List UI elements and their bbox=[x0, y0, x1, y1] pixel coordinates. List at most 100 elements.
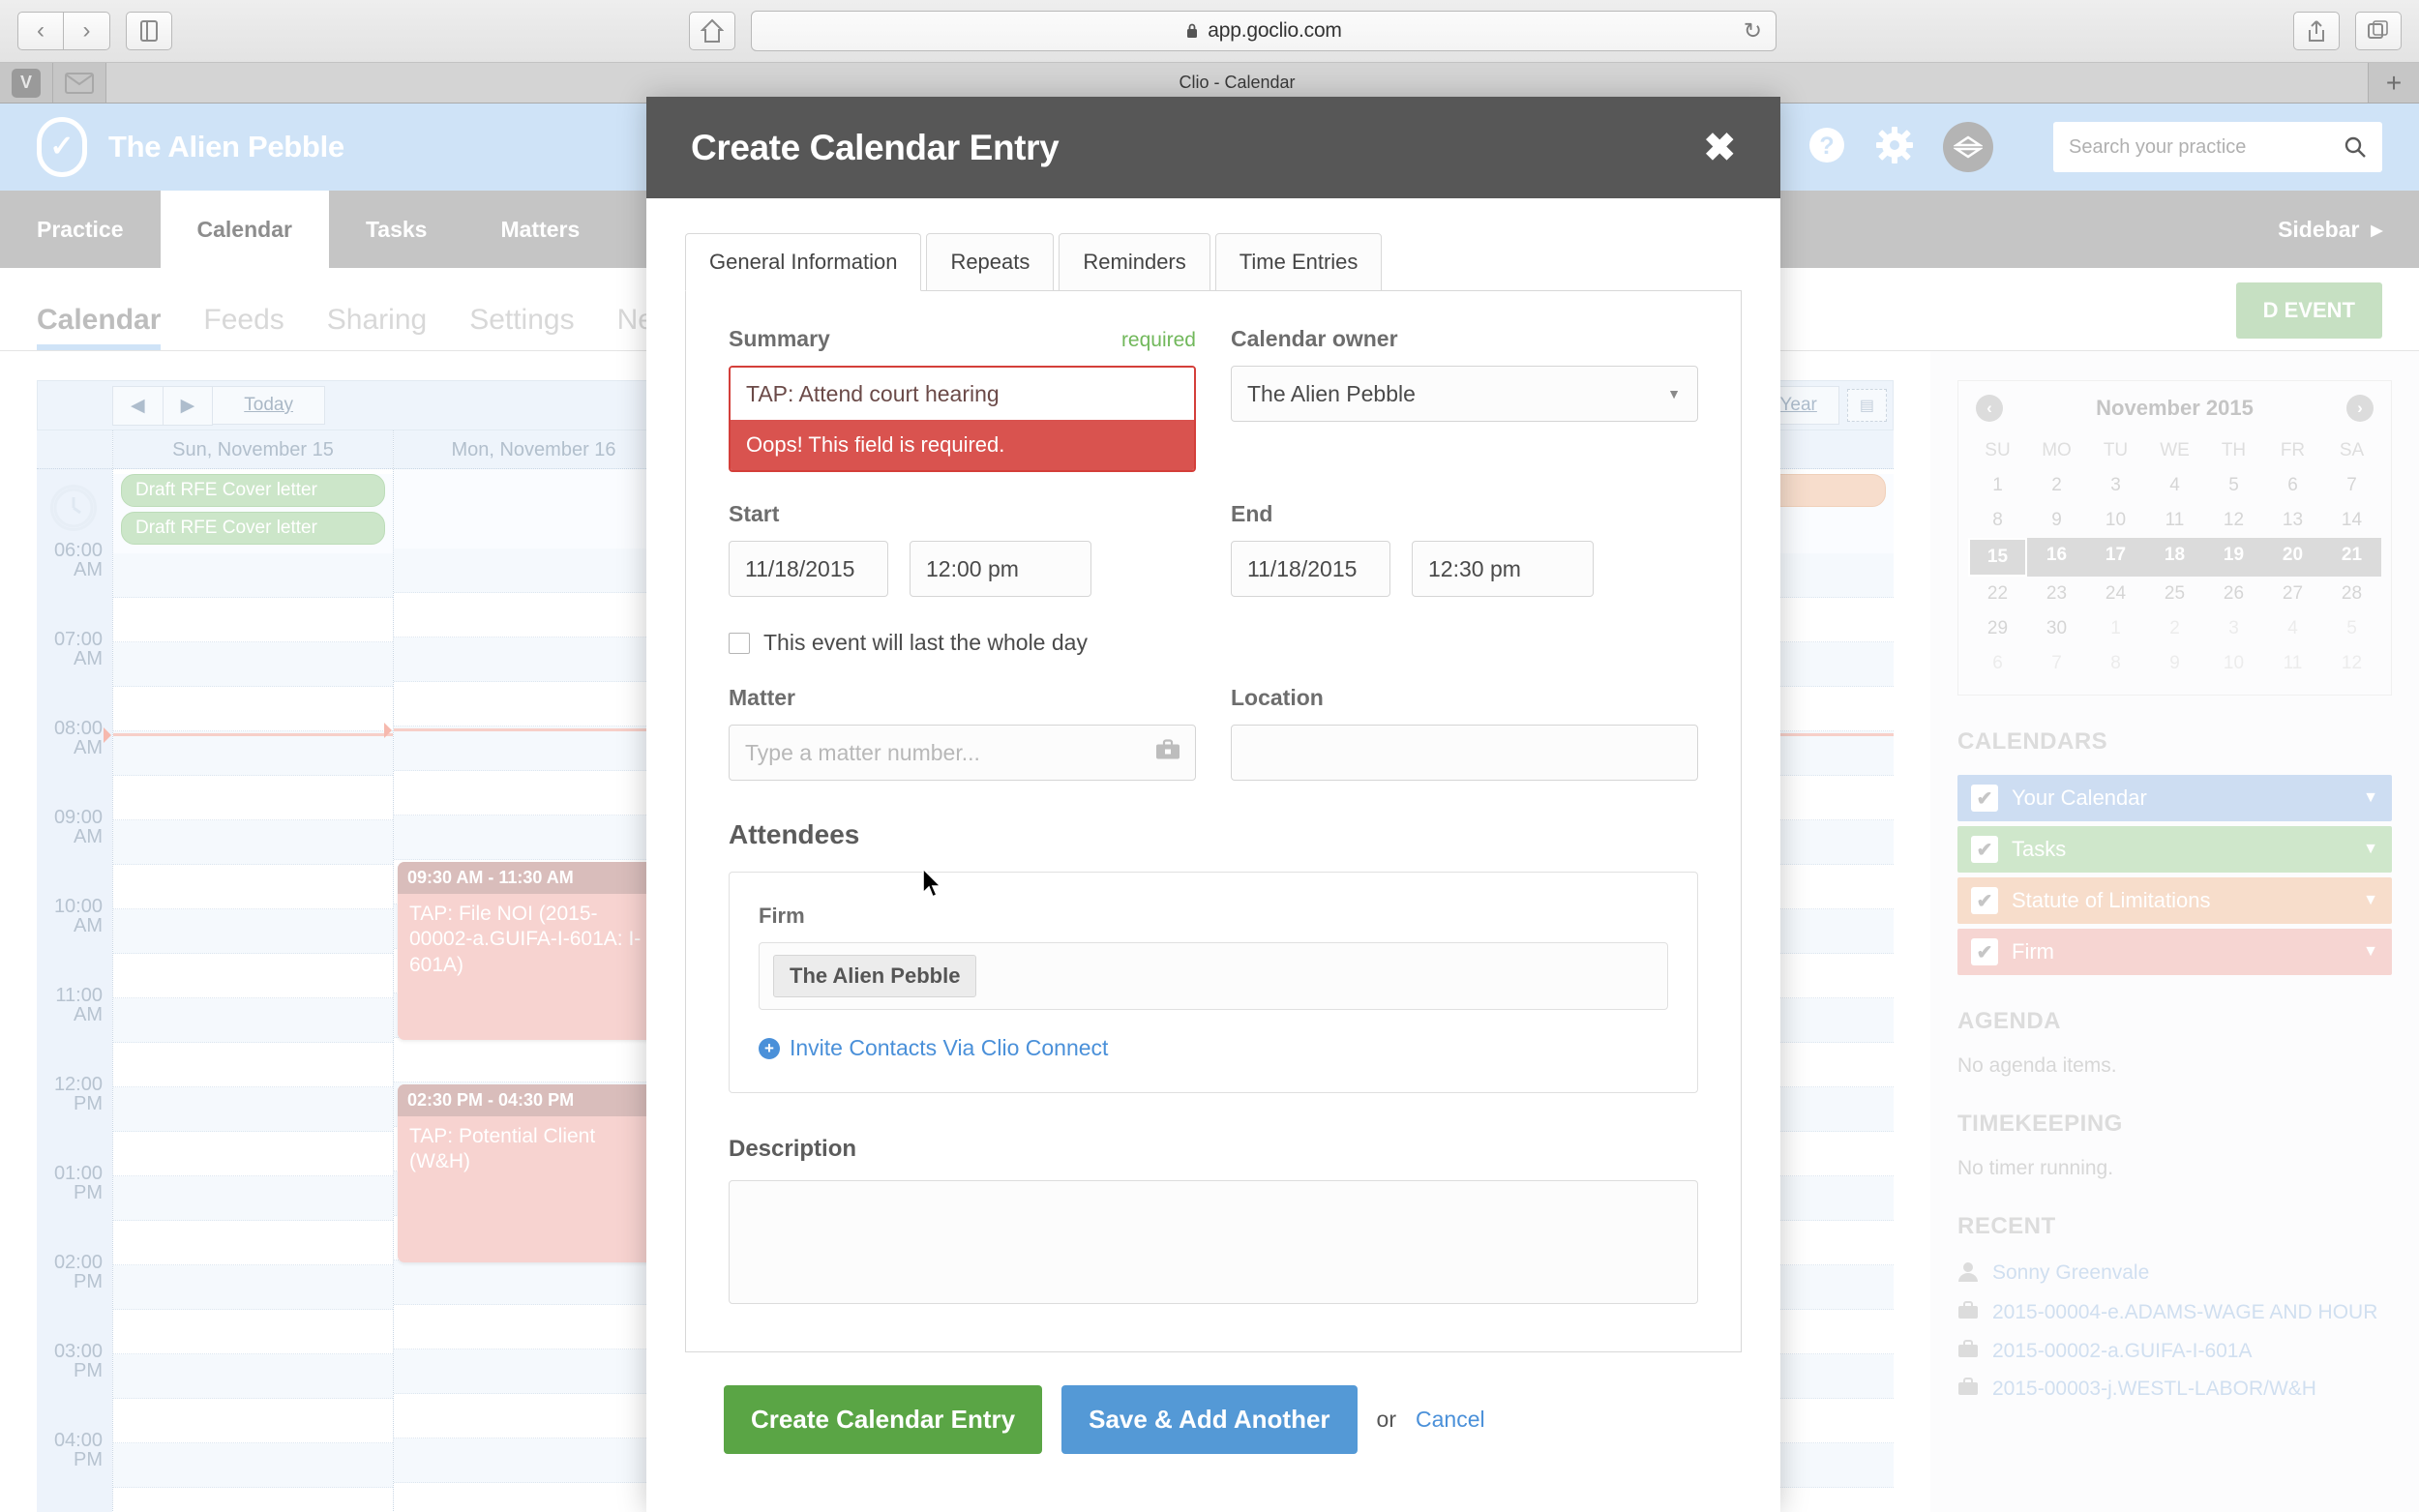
help-button[interactable]: ? bbox=[1807, 126, 1846, 169]
mini-cal-day[interactable]: 9 bbox=[2145, 646, 2204, 681]
add-event-button[interactable]: D EVENT bbox=[2235, 282, 2382, 339]
mini-cal-day[interactable]: 10 bbox=[2086, 503, 2145, 538]
day-body[interactable] bbox=[104, 553, 393, 1512]
mini-cal-day[interactable]: 8 bbox=[2086, 646, 2145, 681]
start-date-input[interactable] bbox=[729, 541, 888, 597]
mini-cal-day[interactable]: 12 bbox=[2322, 646, 2381, 681]
end-date-input[interactable] bbox=[1231, 541, 1390, 597]
home-button[interactable] bbox=[689, 12, 735, 50]
start-time-input[interactable] bbox=[910, 541, 1091, 597]
brand[interactable]: ✓ The Alien Pebble bbox=[37, 117, 344, 177]
recent-item[interactable]: 2015-00004-e.ADAMS-WAGE AND HOUR bbox=[1957, 1299, 2392, 1327]
mini-cal-day[interactable]: 12 bbox=[2204, 503, 2263, 538]
mini-cal-day[interactable]: 8 bbox=[1968, 503, 2027, 538]
subnav-item-calendar[interactable]: Calendar bbox=[37, 304, 182, 350]
mini-cal-day[interactable]: 17 bbox=[2086, 538, 2145, 577]
recent-item[interactable]: 2015-00003-j.WESTL-LABOR/W&H bbox=[1957, 1376, 2392, 1404]
mini-cal-day[interactable]: 22 bbox=[1968, 577, 2027, 611]
mini-cal-day[interactable]: 19 bbox=[2204, 538, 2263, 577]
whole-day-row[interactable]: This event will last the whole day bbox=[729, 630, 1698, 656]
sidebar-toggle[interactable]: Sidebar ▸ bbox=[2278, 191, 2419, 268]
mini-cal-day[interactable]: 10 bbox=[2204, 646, 2263, 681]
practice-search[interactable] bbox=[2053, 122, 2382, 172]
search-input[interactable] bbox=[2069, 135, 2344, 159]
calendar-filter-your-calendar[interactable]: ✔ Your Calendar ▼ bbox=[1957, 775, 2392, 821]
mini-cal-day[interactable]: 26 bbox=[2204, 577, 2263, 611]
mini-cal-day[interactable]: 20 bbox=[2263, 538, 2322, 577]
tab-repeats[interactable]: Repeats bbox=[926, 233, 1055, 291]
mini-cal-day[interactable]: 16 bbox=[2027, 538, 2086, 577]
mini-cal-day[interactable]: 30 bbox=[2027, 611, 2086, 646]
mini-cal-day[interactable]: 1 bbox=[2086, 611, 2145, 646]
checkbox-checked-icon[interactable]: ✔ bbox=[1971, 785, 1998, 812]
mini-cal-day[interactable]: 24 bbox=[2086, 577, 2145, 611]
save-and-add-another-button[interactable]: Save & Add Another bbox=[1061, 1385, 1358, 1454]
mini-cal-day[interactable]: 5 bbox=[2322, 611, 2381, 646]
mini-cal-day[interactable]: 23 bbox=[2027, 577, 2086, 611]
calendar-filter-tasks[interactable]: ✔ Tasks ▼ bbox=[1957, 826, 2392, 873]
description-textarea[interactable] bbox=[729, 1180, 1698, 1304]
checkbox-checked-icon[interactable]: ✔ bbox=[1971, 938, 1998, 965]
show-tabs-button[interactable] bbox=[2355, 12, 2402, 50]
tab-time-entries[interactable]: Time Entries bbox=[1214, 233, 1383, 291]
mini-cal-day[interactable]: 28 bbox=[2322, 577, 2381, 611]
mini-cal-day[interactable]: 5 bbox=[2204, 468, 2263, 503]
calendar-layout-icon[interactable]: ▤ bbox=[1846, 389, 1887, 422]
calendar-event[interactable]: 09:30 AM - 11:30 AM TAP: File NOI (2015-… bbox=[398, 862, 668, 1040]
nav-item-calendar[interactable]: Calendar bbox=[160, 191, 329, 268]
mini-cal-prev-button[interactable]: ‹ bbox=[1976, 395, 2003, 422]
recent-item[interactable]: Sonny Greenvale bbox=[1957, 1260, 2392, 1290]
mini-cal-day[interactable]: 2 bbox=[2145, 611, 2204, 646]
day-column-sun[interactable]: Sun, November 15 Draft RFE Cover letter … bbox=[104, 430, 393, 1512]
firm-token-field[interactable]: The Alien Pebble bbox=[759, 942, 1668, 1010]
briefcase-icon[interactable] bbox=[1155, 739, 1180, 767]
subnav-item-settings[interactable]: Settings bbox=[469, 304, 595, 350]
tab-reminders[interactable]: Reminders bbox=[1059, 233, 1210, 291]
tab-general-information[interactable]: General Information bbox=[685, 233, 922, 291]
calendar-filter-statute-of-limitations[interactable]: ✔ Statute of Limitations ▼ bbox=[1957, 877, 2392, 924]
nav-item-matters[interactable]: Matters bbox=[463, 191, 616, 268]
day-body[interactable]: 09:30 AM - 11:30 AM TAP: File NOI (2015-… bbox=[384, 548, 673, 1512]
allday-event[interactable]: Draft RFE Cover letter bbox=[121, 474, 385, 507]
share-button[interactable] bbox=[2293, 12, 2340, 50]
attendee-token[interactable]: The Alien Pebble bbox=[773, 955, 977, 997]
chevron-down-icon[interactable]: ▼ bbox=[2363, 892, 2378, 909]
chevron-down-icon[interactable]: ▼ bbox=[2363, 841, 2378, 858]
today-button[interactable]: Today bbox=[212, 386, 325, 425]
mini-cal-day[interactable]: 4 bbox=[2263, 611, 2322, 646]
invite-contacts-link[interactable]: + Invite Contacts Via Clio Connect bbox=[759, 1035, 1668, 1061]
whole-day-checkbox[interactable] bbox=[729, 632, 750, 654]
mini-cal-day[interactable]: 3 bbox=[2204, 611, 2263, 646]
mini-cal-day[interactable]: 9 bbox=[2027, 503, 2086, 538]
mini-cal-next-button[interactable]: › bbox=[2346, 395, 2374, 422]
mini-cal-day[interactable]: 4 bbox=[2145, 468, 2204, 503]
mini-cal-day-today[interactable]: 15 bbox=[1968, 538, 2027, 577]
mini-cal-day[interactable]: 7 bbox=[2322, 468, 2381, 503]
next-week-button[interactable]: ▶ bbox=[162, 385, 214, 426]
mini-cal-day[interactable]: 11 bbox=[2263, 646, 2322, 681]
prev-week-button[interactable]: ◀ bbox=[112, 385, 164, 426]
calendar-event[interactable]: 02:30 PM - 04:30 PM TAP: Potential Clien… bbox=[398, 1084, 668, 1262]
forward-button[interactable]: › bbox=[64, 12, 110, 50]
mini-cal-day[interactable]: 29 bbox=[1968, 611, 2027, 646]
location-input[interactable] bbox=[1231, 725, 1698, 781]
mini-cal-day[interactable]: 2 bbox=[2027, 468, 2086, 503]
allday-event[interactable]: Draft RFE Cover letter bbox=[121, 512, 385, 545]
mini-cal-day[interactable]: 1 bbox=[1968, 468, 2027, 503]
allday-slot[interactable] bbox=[394, 469, 673, 548]
mini-cal-day[interactable]: 6 bbox=[2263, 468, 2322, 503]
settings-button[interactable] bbox=[1875, 126, 1914, 169]
cancel-link[interactable]: Cancel bbox=[1416, 1407, 1485, 1433]
mini-cal-day[interactable]: 18 bbox=[2145, 538, 2204, 577]
subnav-item-sharing[interactable]: Sharing bbox=[327, 304, 448, 350]
mini-cal-day[interactable]: 3 bbox=[2086, 468, 2145, 503]
summary-input[interactable] bbox=[731, 368, 1194, 420]
back-button[interactable]: ‹ bbox=[17, 12, 64, 50]
end-time-input[interactable] bbox=[1412, 541, 1594, 597]
subnav-item-feeds[interactable]: Feeds bbox=[203, 304, 305, 350]
matter-input[interactable] bbox=[729, 725, 1196, 781]
nav-item-practice[interactable]: Practice bbox=[0, 191, 161, 268]
checkbox-checked-icon[interactable]: ✔ bbox=[1971, 887, 1998, 914]
user-avatar[interactable] bbox=[1943, 122, 1993, 172]
reload-icon[interactable]: ↻ bbox=[1744, 18, 1762, 44]
